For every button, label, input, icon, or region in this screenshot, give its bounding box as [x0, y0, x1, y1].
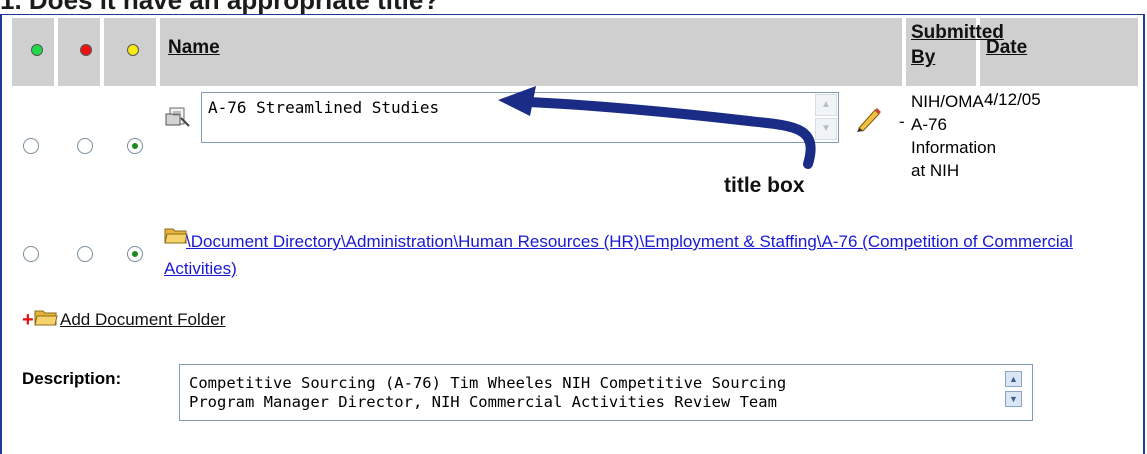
header-cell-name: [160, 18, 902, 86]
scroll-up-icon[interactable]: ▲: [1005, 371, 1022, 387]
red-status-dot-icon: [80, 44, 92, 56]
separator-text: -: [899, 112, 905, 131]
row1-red-radio[interactable]: [77, 138, 93, 154]
row2-yellow-radio[interactable]: [127, 246, 143, 262]
section-heading: 1. Does it have an appropriate title?: [0, 0, 440, 15]
yellow-status-dot-icon: [127, 44, 139, 56]
edit-pencil-icon[interactable]: [853, 104, 883, 132]
date-value: 4/12/05: [984, 90, 1041, 109]
description-textarea[interactable]: Competitive Sourcing (A-76) Tim Wheeles …: [179, 364, 1033, 421]
add-folder-icon[interactable]: [34, 307, 58, 327]
green-status-dot-icon: [31, 44, 43, 56]
date-column-header[interactable]: Date: [986, 37, 1027, 59]
annotation-label: title box: [724, 174, 805, 197]
row2-red-radio[interactable]: [77, 246, 93, 262]
row1-green-radio[interactable]: [23, 138, 39, 154]
header-cell-red: [58, 18, 100, 86]
row1-yellow-radio[interactable]: [127, 138, 143, 154]
folder-path-link[interactable]: \Document Directory\Administration\Human…: [164, 228, 1129, 282]
annotation-arrow: [498, 86, 816, 169]
add-icon: +: [22, 309, 34, 331]
title-input-value: A-76 Streamlined Studies: [208, 98, 440, 117]
name-column-header[interactable]: Name: [168, 37, 220, 59]
add-document-folder-link[interactable]: Add Document Folder: [60, 310, 225, 330]
scroll-down-icon[interactable]: ▼: [1005, 391, 1022, 407]
description-scrollbar[interactable]: ▲ ▼: [1005, 371, 1022, 411]
submitted-by-column-header[interactable]: Submitted By: [911, 20, 1004, 70]
document-icon: [165, 107, 190, 127]
description-label: Description:: [22, 369, 122, 388]
description-text: Competitive Sourcing (A-76) Tim Wheeles …: [189, 374, 787, 411]
row2-green-radio[interactable]: [23, 246, 39, 262]
